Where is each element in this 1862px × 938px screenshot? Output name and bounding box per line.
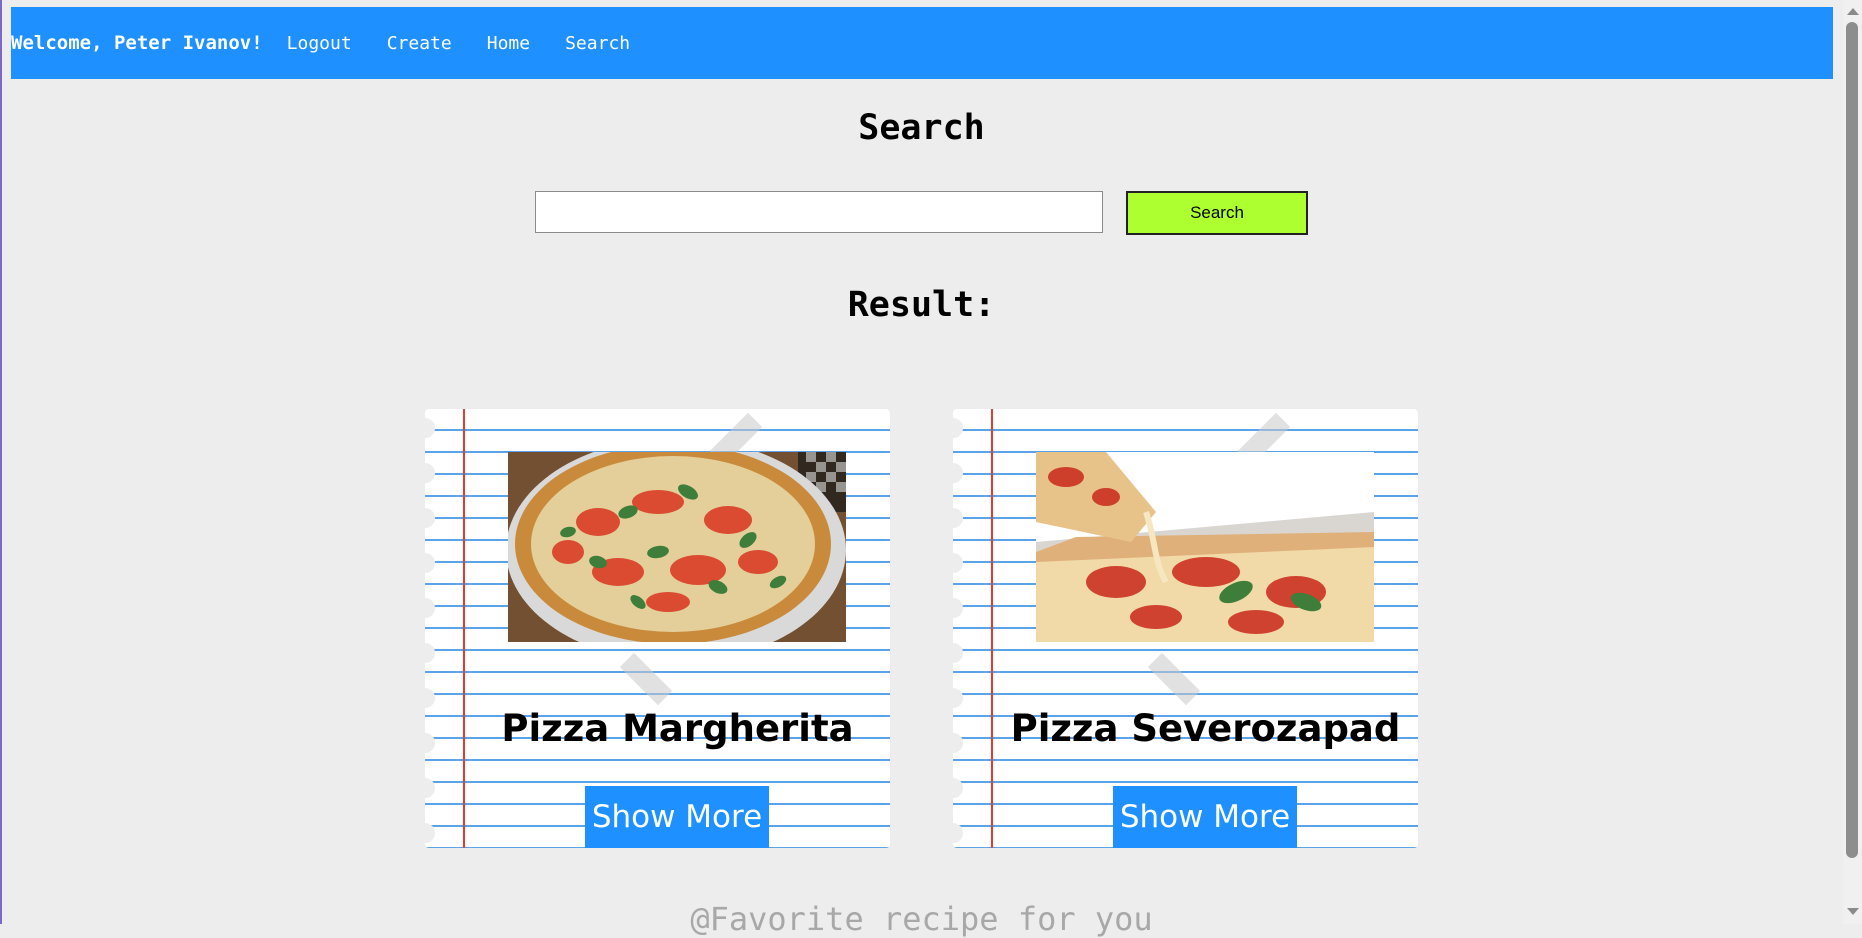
show-more-button[interactable]: Show More [1113,786,1297,848]
paper-hole [953,508,963,528]
tape-decoration [619,652,673,706]
paper-hole [425,778,435,798]
paper-hole [425,418,435,438]
paper-hole [425,688,435,708]
recipe-image [1036,452,1374,642]
paper-hole [425,643,435,663]
paper-hole [953,463,963,483]
paper-hole [425,508,435,528]
recipe-image [508,452,846,642]
recipe-card-severozapad: Pizza Severozapad Show More [953,409,1418,848]
page-title: Search [858,108,985,148]
paper-hole [953,598,963,618]
recipe-card-margherita: Pizza Margherita Show More [425,409,890,848]
tape-decoration [1147,652,1201,706]
recipe-title: Pizza Margherita [501,707,854,750]
search-input[interactable] [535,191,1103,233]
search-button[interactable]: Search [1126,191,1308,235]
nav-home-link[interactable]: Home [475,27,542,60]
navbar: Welcome, Peter Ivanov! Logout Create Hom… [11,7,1833,79]
paper-hole [953,688,963,708]
footer-text: @Favorite recipe for you [690,900,1153,938]
paper-hole [425,823,435,843]
nav-logout-link[interactable]: Logout [275,27,364,60]
paper-hole [953,823,963,843]
nav-create-link[interactable]: Create [375,27,464,60]
paper-hole [425,463,435,483]
scroll-up-arrow-icon[interactable] [1847,8,1859,15]
paper-hole [425,598,435,618]
paper-hole [953,778,963,798]
paper-hole [953,418,963,438]
scrollbar-thumb[interactable] [1846,22,1858,858]
paper-hole [425,733,435,753]
show-more-button[interactable]: Show More [585,786,769,848]
paper-hole [953,553,963,573]
paper-hole [953,643,963,663]
recipe-title: Pizza Severozapad [1010,707,1401,750]
welcome-message: Welcome, Peter Ivanov! [11,32,263,54]
paper-hole [953,733,963,753]
scroll-down-arrow-icon[interactable] [1847,908,1859,915]
nav-search-link[interactable]: Search [553,27,642,60]
paper-hole [425,553,435,573]
result-title: Result: [847,285,996,325]
